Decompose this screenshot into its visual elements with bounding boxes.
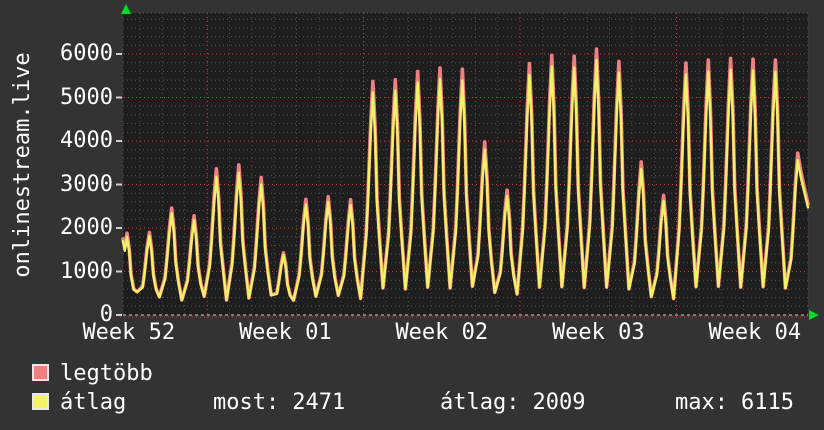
stat-atlag-label: átlag: bbox=[440, 390, 520, 415]
legend-label-atlag: átlag bbox=[60, 390, 127, 415]
x-tick-label-week-52: Week 52 bbox=[82, 320, 176, 345]
x-tick-label-week-02: Week 02 bbox=[395, 320, 489, 345]
y-tick-label-5000: 5000 bbox=[60, 84, 113, 110]
x-tick-label-week-04: Week 04 bbox=[708, 320, 802, 345]
x-tick-label-week-03: Week 03 bbox=[551, 320, 645, 345]
stat-max-value: 6115 bbox=[740, 390, 794, 415]
legend-swatch-legtobb bbox=[32, 364, 49, 381]
y-tick-label-2000: 2000 bbox=[60, 215, 113, 240]
y-tick-label-1000: 1000 bbox=[60, 258, 113, 284]
legend-label-legtobb: legtöbb bbox=[60, 361, 153, 386]
y-axis-arrow-icon bbox=[121, 4, 131, 14]
stat-max: max: 6115 bbox=[675, 391, 794, 415]
rrd-graph-window: onlinestream.live 0 1000 2000 3000 4000 5000 6… bbox=[0, 0, 824, 430]
x-tick-label-week-01: Week 01 bbox=[238, 320, 332, 345]
stat-atlag: átlag: 2009 bbox=[440, 391, 585, 415]
x-axis-arrow-icon bbox=[809, 310, 819, 320]
stat-atlag-value: 2009 bbox=[532, 390, 586, 415]
y-tick-label-6000: 6000 bbox=[60, 41, 113, 66]
stat-most: most: 2471 bbox=[213, 391, 345, 415]
legend-swatch-atlag bbox=[32, 393, 49, 410]
stat-most-value: 2471 bbox=[292, 390, 346, 415]
y-tick-label-3000: 3000 bbox=[60, 171, 113, 197]
stat-most-label: most: bbox=[213, 390, 280, 415]
chart-canvas bbox=[116, 4, 819, 320]
stat-max-label: max: bbox=[675, 390, 728, 415]
y-tick-label-4000: 4000 bbox=[60, 128, 113, 153]
